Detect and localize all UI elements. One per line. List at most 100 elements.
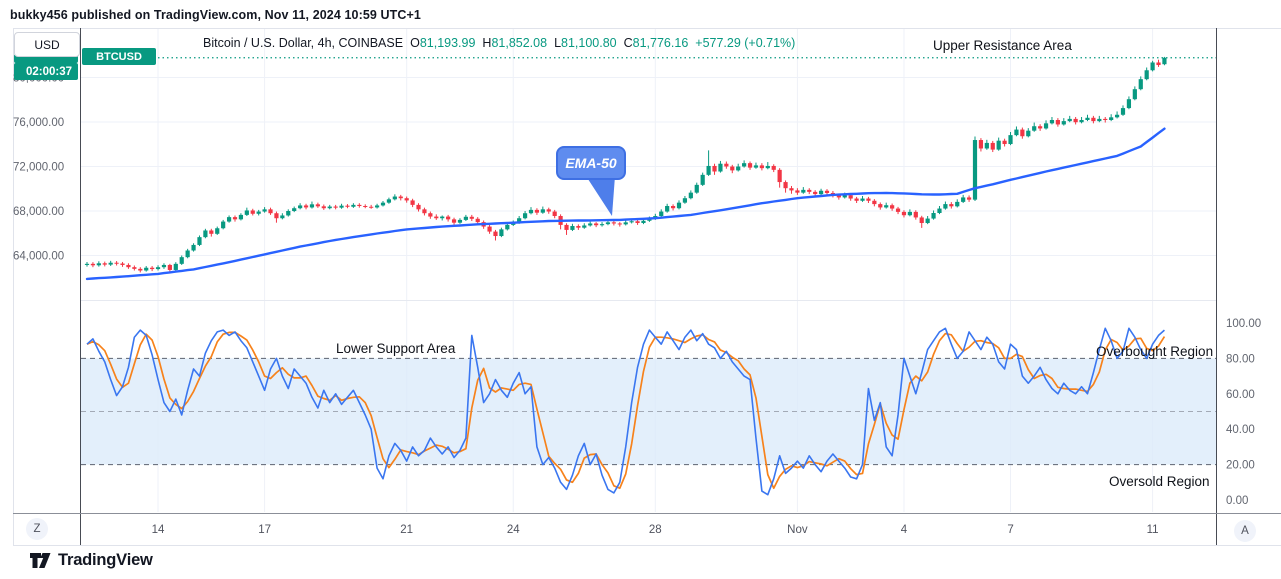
time-axis-label: Nov xyxy=(787,524,808,536)
candle-body xyxy=(937,208,942,214)
candle-body xyxy=(984,142,989,149)
candle-body xyxy=(1061,121,1066,125)
candle-body xyxy=(1038,126,1043,129)
candle-body xyxy=(854,198,859,201)
time-axis-label: 21 xyxy=(400,524,413,536)
candle-body xyxy=(813,191,818,195)
published-byline: bukky456 published on TradingView.com, N… xyxy=(10,8,421,22)
candle-body xyxy=(795,190,800,193)
candle-body xyxy=(315,204,320,207)
candle-body xyxy=(629,221,634,223)
candle-body xyxy=(90,263,96,266)
candle-body xyxy=(286,211,291,216)
tradingview-snapshot: { "meta": { "published_line": "bukky456 … xyxy=(0,0,1281,579)
candle-body xyxy=(724,163,729,167)
candle-body xyxy=(943,204,948,209)
candle-body xyxy=(599,224,605,226)
candle-body xyxy=(919,217,924,224)
candle-body xyxy=(890,205,895,209)
candle-body xyxy=(120,263,125,265)
candle-body xyxy=(605,222,611,225)
candle-body xyxy=(410,200,415,205)
candle-body xyxy=(860,198,865,201)
candle-body xyxy=(623,222,628,225)
candle-body xyxy=(978,140,984,149)
price-scale-label: 64,000.00 xyxy=(13,251,64,263)
candle-body xyxy=(742,163,747,167)
stoch-scale-label: 40.00 xyxy=(1226,424,1255,436)
candle-body xyxy=(1032,126,1037,131)
candle-body xyxy=(374,205,380,208)
candle-body xyxy=(1085,117,1090,120)
candle-body xyxy=(422,209,427,214)
auto-scale-button[interactable]: A xyxy=(1234,520,1256,542)
candle-body xyxy=(226,217,232,222)
candle-body xyxy=(961,197,966,202)
annotation-overbought: Overbought Region xyxy=(1096,344,1214,359)
candle-body xyxy=(244,210,249,215)
candle-body xyxy=(1162,57,1167,65)
candle-body xyxy=(700,174,705,185)
stoch-scale-label: 60.00 xyxy=(1226,389,1255,401)
candle-body xyxy=(522,213,528,219)
candle-body xyxy=(611,222,616,224)
candle-body xyxy=(1002,140,1007,145)
time-axis-label: 17 xyxy=(258,524,271,536)
candle-body xyxy=(730,166,735,171)
stoch-scale-label: 80.00 xyxy=(1226,353,1255,365)
candle-body xyxy=(333,206,338,208)
candle-body xyxy=(818,190,824,195)
candle-body xyxy=(534,209,540,213)
candle-body xyxy=(380,202,386,206)
candle-body xyxy=(209,230,214,234)
currency-scale-button[interactable]: USD xyxy=(14,32,80,57)
candle-body xyxy=(1008,135,1013,145)
candle-body xyxy=(144,267,149,271)
candle-body xyxy=(114,262,119,264)
candle-body xyxy=(457,219,463,223)
ohlc-open: O81,193.99 xyxy=(410,36,476,50)
candle-body xyxy=(386,199,392,203)
candle-body xyxy=(635,221,640,224)
candle-body xyxy=(203,230,208,238)
candle-body xyxy=(126,264,131,268)
zoom-reset-button[interactable]: Z xyxy=(26,518,48,540)
candle-body xyxy=(594,223,599,226)
candle-body xyxy=(185,250,190,258)
candle-body xyxy=(138,268,143,271)
symbol-price-line-badge: BTCUSD xyxy=(82,48,156,65)
candle-body xyxy=(1091,117,1096,122)
candle-body xyxy=(416,204,421,210)
candle-body xyxy=(576,226,581,228)
candle-body xyxy=(440,216,445,219)
time-axis-label: 14 xyxy=(152,524,165,536)
candle-body xyxy=(925,218,930,224)
candle-body xyxy=(682,198,688,203)
candle-body xyxy=(292,208,297,211)
ema50-callout-tail xyxy=(586,176,615,216)
stoch-scale-label: 0.00 xyxy=(1226,495,1248,507)
time-axis-label: 7 xyxy=(1007,524,1013,536)
candle-body xyxy=(694,184,699,193)
candle-body xyxy=(351,204,356,207)
candle-body xyxy=(783,182,788,189)
chart-canvas[interactable]: 80,000.0076,000.0072,000.0068,000.0064,0… xyxy=(0,0,1281,579)
tradingview-footer-link[interactable]: TradingView xyxy=(30,551,153,570)
candle-body xyxy=(1103,118,1108,120)
candle-body xyxy=(428,213,433,217)
candle-body xyxy=(907,211,912,216)
ohlc-close: C81,776.16 xyxy=(623,36,689,50)
candle-body xyxy=(670,205,676,209)
candle-body xyxy=(363,205,368,207)
candle-body xyxy=(221,221,226,229)
candle-body xyxy=(434,216,439,219)
price-scale-label: 72,000.00 xyxy=(13,162,64,174)
candle-body xyxy=(617,223,622,225)
candle-body xyxy=(1043,123,1049,129)
candle-body xyxy=(736,166,741,171)
ema50-callout[interactable]: EMA-50 xyxy=(556,146,626,180)
candle-body xyxy=(298,205,303,209)
candle-body xyxy=(706,165,711,175)
candle-body xyxy=(1097,118,1102,122)
candle-body xyxy=(274,213,279,219)
